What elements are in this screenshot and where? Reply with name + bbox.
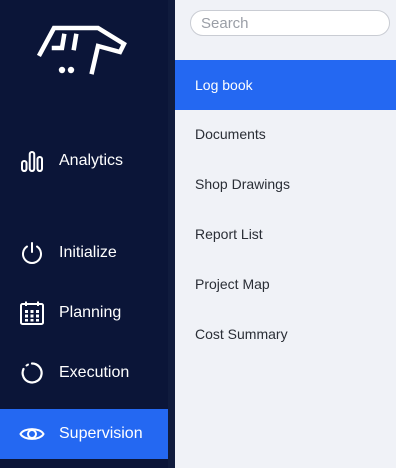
eye-icon	[19, 421, 45, 447]
sub-item-label: Documents	[195, 126, 266, 142]
sidebar-item-label: Supervision	[59, 425, 143, 442]
sidebar-item-label: Initialize	[59, 244, 117, 261]
sub-item-label: Cost Summary	[195, 326, 288, 342]
sidebar-item-supervision[interactable]: Supervision	[0, 409, 168, 459]
sidebar: Analytics Initialize Planning Execution …	[0, 0, 168, 468]
sub-item-cost-summary[interactable]: Cost Summary	[175, 309, 396, 359]
sub-item-label: Project Map	[195, 276, 270, 292]
sub-item-project-map[interactable]: Project Map	[175, 259, 396, 309]
sidebar-item-label: Analytics	[59, 152, 124, 169]
power-icon	[19, 240, 45, 266]
calendar-icon	[19, 300, 45, 326]
sidebar-item-execution[interactable]: Execution	[0, 348, 168, 398]
panel-divider	[168, 0, 175, 468]
sub-item-label: Report List	[195, 226, 263, 242]
sidebar-item-initialize[interactable]: Initialize	[0, 228, 168, 278]
dog-head-logo	[36, 25, 127, 75]
search-input[interactable]	[190, 10, 390, 36]
sub-navigation-panel: Log book Documents Shop Drawings Report …	[175, 0, 396, 468]
sub-item-report-list[interactable]: Report List	[175, 209, 396, 259]
sidebar-item-analytics[interactable]: Analytics	[0, 136, 168, 186]
sub-item-documents[interactable]: Documents	[175, 109, 396, 159]
progress-ring-icon	[19, 360, 45, 386]
bar-chart-icon	[19, 148, 45, 174]
sidebar-item-label: Execution	[59, 364, 130, 381]
sub-item-label: Shop Drawings	[195, 176, 290, 192]
sidebar-item-planning[interactable]: Planning	[0, 288, 168, 338]
sub-item-log-book[interactable]: Log book	[175, 60, 396, 110]
sidebar-item-label: Planning	[59, 304, 122, 321]
sub-item-label: Log book	[195, 77, 253, 93]
sub-item-shop-drawings[interactable]: Shop Drawings	[175, 159, 396, 209]
